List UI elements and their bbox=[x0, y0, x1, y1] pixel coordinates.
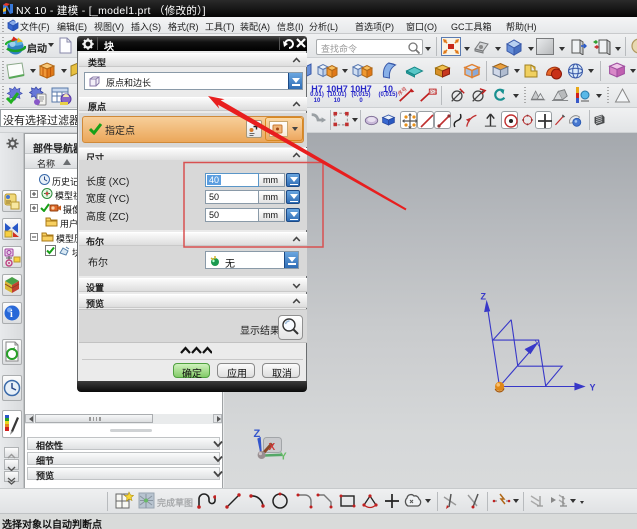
svg-text:i: i bbox=[10, 309, 13, 320]
svg-text:P注: P注 bbox=[430, 88, 437, 95]
svg-text:Y: Y bbox=[280, 452, 287, 463]
svg-text:Z: Z bbox=[481, 292, 487, 302]
svg-text:X: X bbox=[269, 442, 276, 453]
svg-text:序号: 序号 bbox=[398, 86, 409, 97]
svg-text:Y: Y bbox=[590, 383, 596, 393]
svg-text:X: X bbox=[535, 340, 541, 349]
